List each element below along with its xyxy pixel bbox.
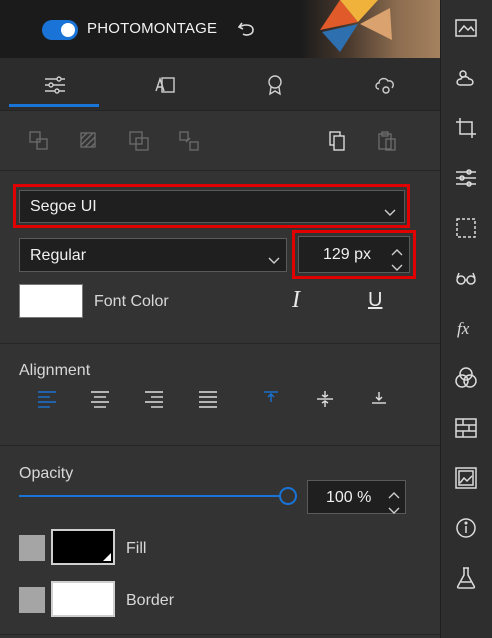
adjust-icon[interactable] (454, 166, 478, 190)
font-size-stepper[interactable]: 129 px (298, 236, 410, 273)
cloud-settings-icon (375, 77, 394, 94)
border-label: Border (126, 592, 175, 609)
info-icon[interactable] (454, 516, 478, 540)
undo-icon[interactable] (236, 18, 258, 40)
tab-cloud[interactable] (330, 58, 440, 110)
fill-checkbox[interactable] (19, 535, 45, 561)
increment-icon[interactable] (391, 243, 403, 256)
lab-icon[interactable] (454, 566, 478, 590)
underline-button[interactable]: U (368, 289, 382, 312)
font-size-value: 129 px (323, 246, 372, 263)
align-right-icon[interactable] (143, 390, 165, 408)
active-tab-indicator (9, 104, 99, 107)
decrement-icon[interactable] (391, 259, 403, 271)
header-photo (300, 0, 440, 58)
group-icon[interactable] (28, 130, 50, 152)
increment-icon[interactable] (388, 486, 400, 499)
crop-icon[interactable] (454, 116, 478, 140)
badge-icon (268, 75, 282, 96)
fill-color-swatch[interactable] (51, 529, 115, 565)
align-left-icon[interactable] (36, 390, 58, 408)
separator (0, 170, 440, 171)
opacity-slider-track[interactable] (19, 495, 281, 497)
fill-label: Fill (126, 540, 147, 557)
opacity-stepper[interactable]: 100 % (307, 480, 406, 514)
align-justify-icon[interactable] (197, 390, 219, 408)
border-checkbox[interactable] (19, 587, 45, 613)
panel-tabs (0, 58, 440, 111)
align-bottom-icon[interactable] (368, 390, 390, 408)
align-center-icon[interactable] (89, 390, 111, 408)
weather-icon[interactable] (454, 66, 478, 90)
texture-icon[interactable] (454, 416, 478, 440)
paste-icon[interactable] (376, 130, 398, 152)
font-style-select[interactable]: Regular (19, 238, 287, 272)
alignment-label: Alignment (19, 362, 91, 379)
ungroup-icon[interactable] (178, 130, 200, 152)
opacity-value: 100 % (326, 489, 372, 506)
italic-button[interactable]: I (292, 287, 300, 314)
align-top-icon[interactable] (260, 390, 282, 408)
tab-adjust[interactable] (0, 58, 110, 110)
svg-text:fx: fx (457, 319, 470, 338)
font-color-label: Font Color (94, 293, 169, 310)
sliders-icon (45, 76, 65, 94)
pattern-icon[interactable] (78, 130, 100, 152)
border-color-swatch[interactable] (51, 581, 115, 617)
chevron-down-icon (268, 252, 280, 264)
opacity-label: Opacity (19, 465, 74, 482)
fx-icon[interactable]: fx (454, 316, 478, 340)
decrement-icon[interactable] (388, 502, 400, 514)
header-title: PHOTOMONTAGE (87, 20, 218, 37)
frame-icon[interactable] (454, 466, 478, 490)
separator (0, 634, 440, 635)
font-color-swatch[interactable] (19, 284, 83, 318)
font-style-value: Regular (30, 247, 87, 264)
arrange-icon[interactable] (128, 130, 150, 152)
tab-text[interactable] (110, 58, 220, 110)
copy-icon[interactable] (326, 130, 348, 152)
text-frame-icon (155, 76, 175, 93)
color-blend-icon[interactable] (454, 366, 478, 390)
image-effect-icon[interactable] (454, 16, 478, 40)
tools-rail: fx (440, 0, 492, 638)
chevron-down-icon (384, 204, 396, 216)
glasses-icon[interactable] (454, 266, 478, 290)
align-middle-icon[interactable] (314, 390, 336, 408)
font-family-select[interactable]: Segoe UI (19, 190, 405, 223)
opacity-slider-thumb[interactable] (279, 487, 297, 505)
separator (0, 343, 440, 344)
font-family-value: Segoe UI (30, 198, 97, 215)
selection-icon[interactable] (454, 216, 478, 240)
tab-badge[interactable] (220, 58, 330, 110)
separator (0, 445, 440, 446)
text-properties-panel: PHOTOMONTAGE Segoe UI Regular 129 px Fon… (0, 0, 440, 638)
photomontage-toggle[interactable] (42, 20, 78, 40)
header: PHOTOMONTAGE (0, 0, 440, 58)
